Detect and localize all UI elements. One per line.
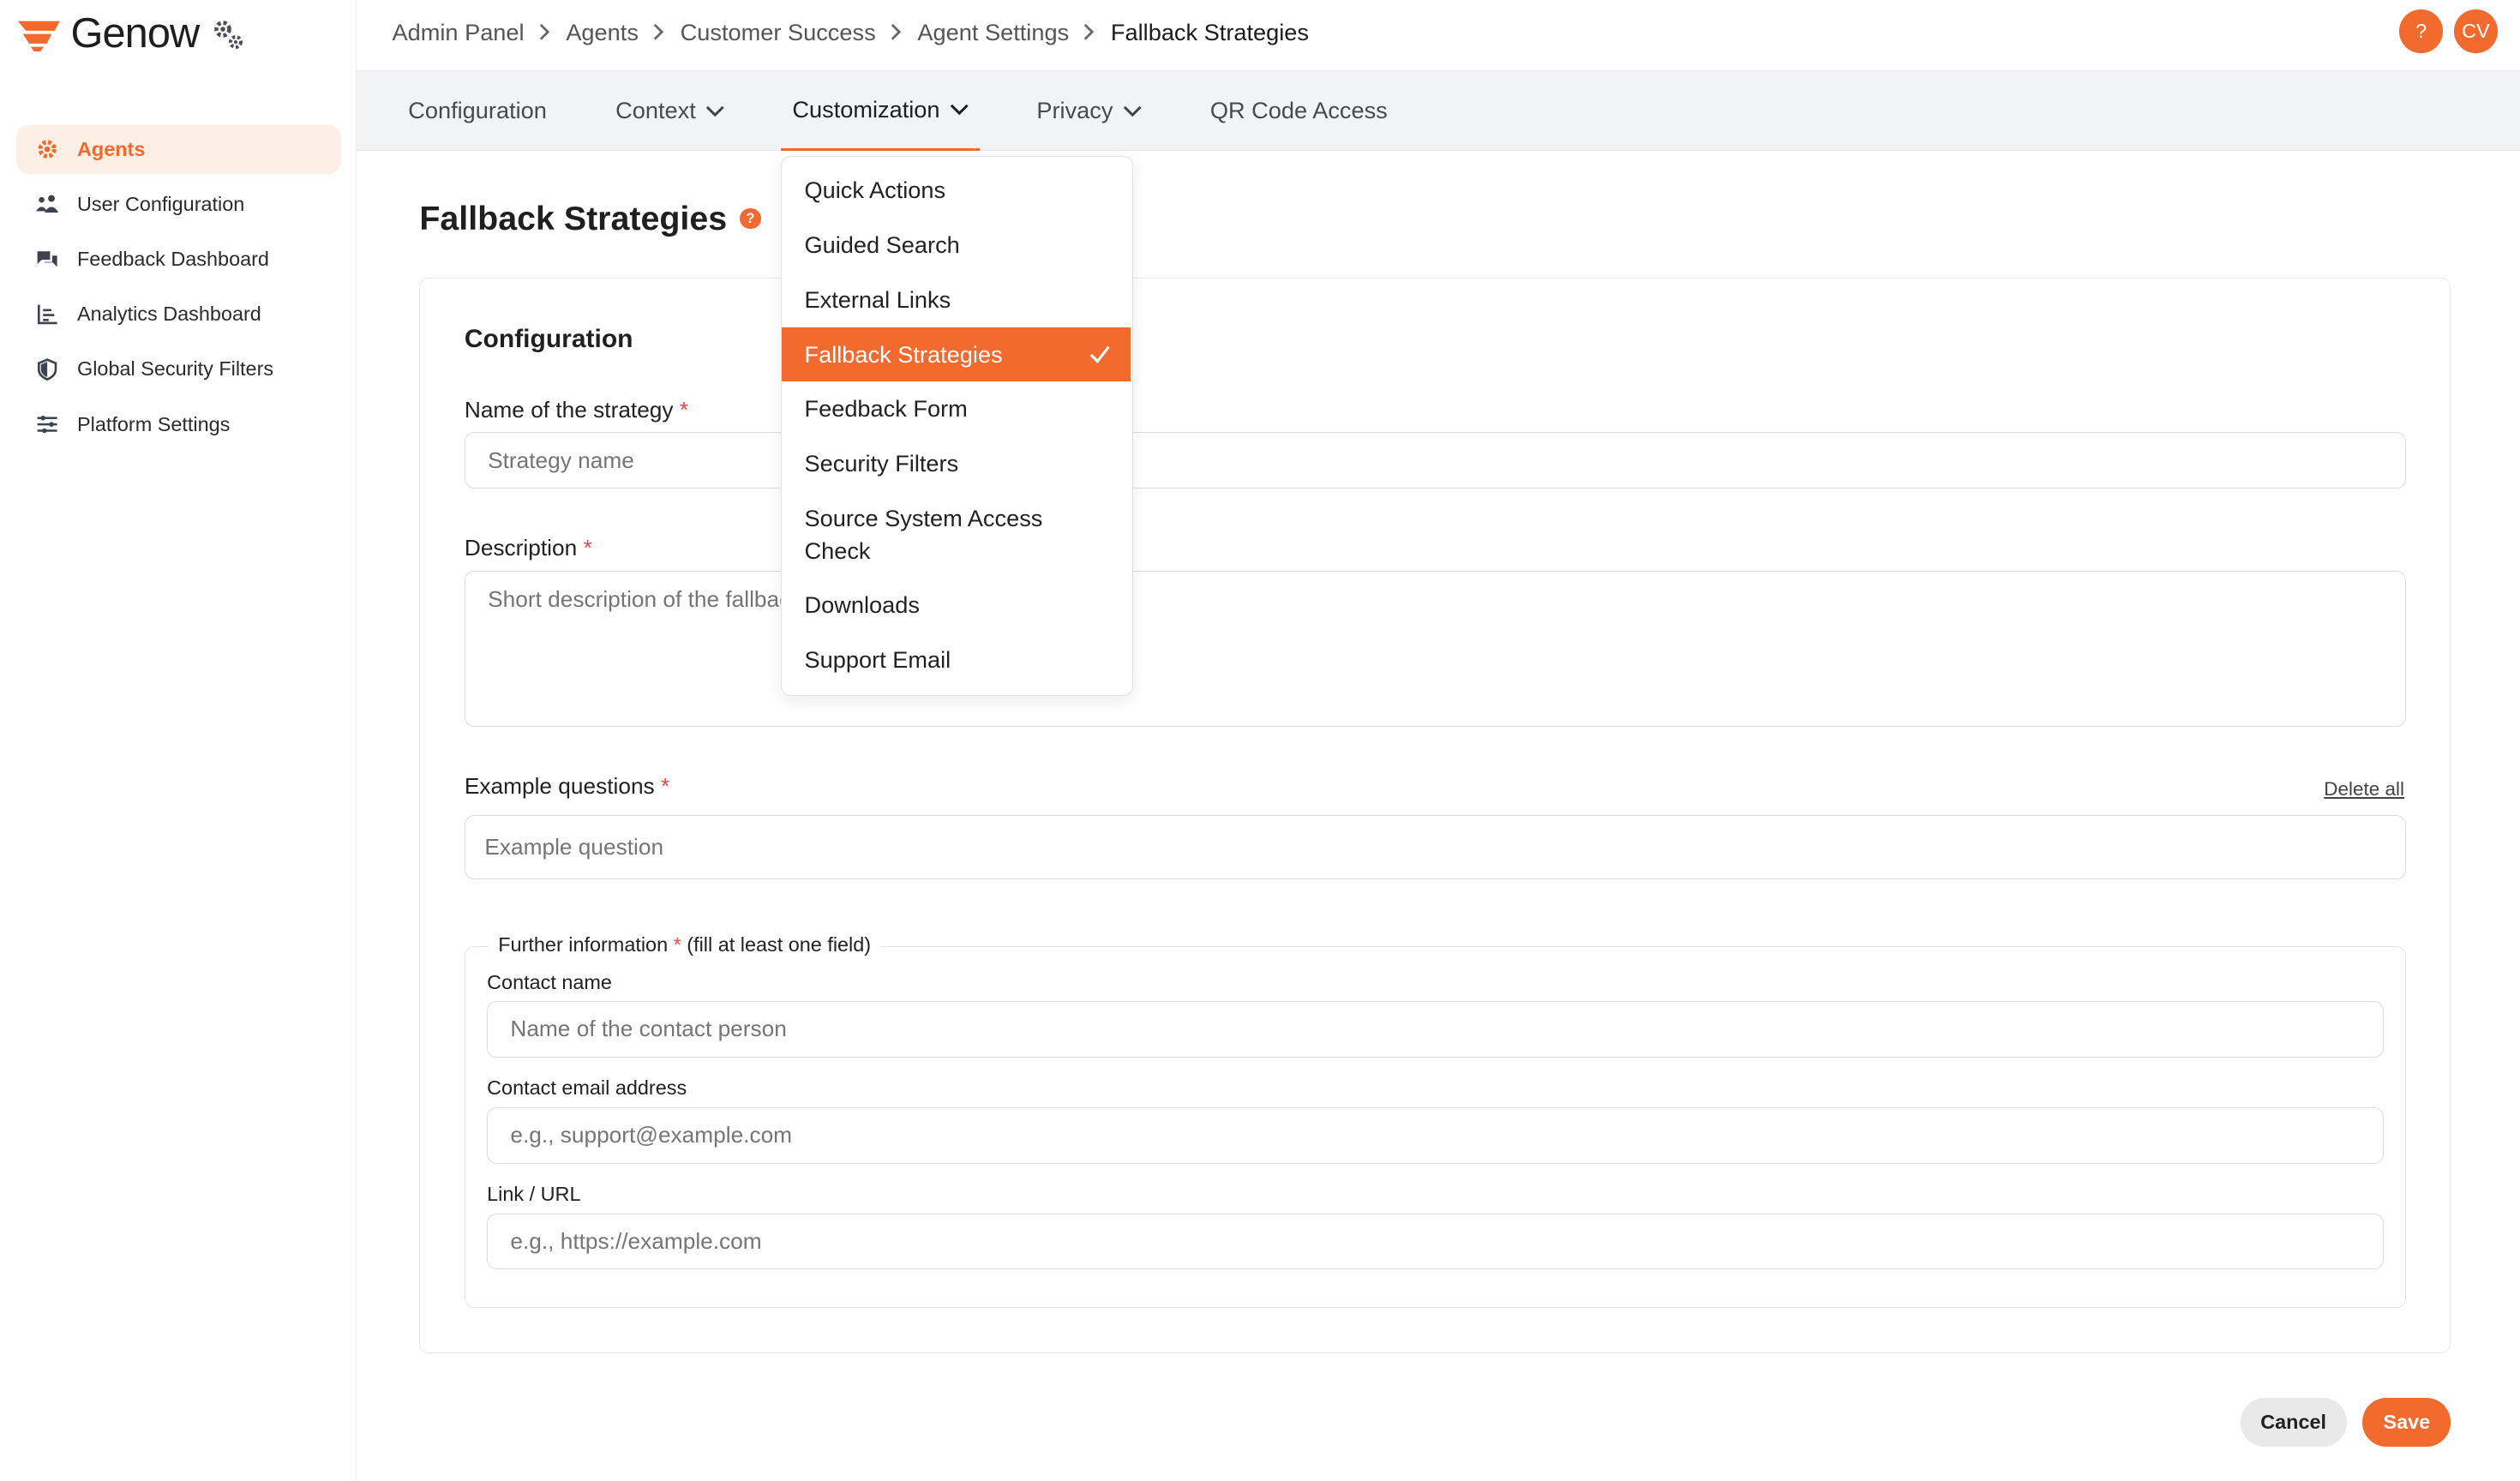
tab-qr-code-access[interactable]: QR Code Access: [1210, 71, 1388, 152]
required-marker: *: [673, 933, 681, 956]
customization-dropdown-menu: Quick Actions Guided Search External Lin…: [781, 155, 1133, 696]
menu-item-label: Fallback Strategies: [804, 340, 1003, 368]
page-title: Fallback Strategies ?: [419, 199, 761, 238]
contact-email-label: Contact email address: [487, 1076, 687, 1100]
tab-label: QR Code Access: [1209, 97, 1388, 124]
further-information-legend: Further information * (fill at least one…: [489, 933, 881, 957]
menu-item-fallback-strategies[interactable]: Fallback Strategies: [782, 327, 1131, 382]
example-question-input[interactable]: [464, 814, 2406, 879]
strategy-name-label: Name of the strategy *: [465, 397, 688, 423]
tab-label: Customization: [792, 95, 940, 123]
gear-icon: [35, 137, 59, 161]
tab-context[interactable]: Context: [615, 71, 724, 152]
tab-label: Privacy: [1036, 97, 1113, 124]
required-marker: *: [679, 397, 689, 423]
required-marker: *: [583, 535, 592, 561]
menu-item-security-filters[interactable]: Security Filters: [782, 436, 1131, 491]
help-button[interactable]: ?: [2399, 9, 2443, 53]
breadcrumb-customer-success[interactable]: Customer Success: [681, 19, 876, 46]
breadcrumb-admin-panel[interactable]: Admin Panel: [393, 19, 525, 46]
page-title-text: Fallback Strategies: [419, 199, 728, 237]
top-bar: Admin Panel Agents Customer Success Agen…: [357, 0, 2520, 71]
sidebar-item-feedback-dashboard[interactable]: Feedback Dashboard: [16, 236, 341, 284]
section-title: Configuration: [464, 324, 633, 353]
chevron-down-icon: [950, 103, 969, 116]
cancel-button[interactable]: Cancel: [2240, 1398, 2347, 1447]
delete-all-link[interactable]: Delete all: [2324, 778, 2404, 800]
tab-customization[interactable]: Customization: [781, 71, 981, 152]
sliders-icon: [35, 412, 59, 436]
chevron-right-icon: [537, 22, 552, 42]
legend-hint: (fill at least one field): [687, 933, 872, 956]
breadcrumb: Admin Panel Agents Customer Success Agen…: [393, 0, 1310, 64]
breadcrumb-current: Fallback Strategies: [1110, 18, 1309, 45]
chevron-down-icon: [1123, 105, 1143, 117]
users-icon: [35, 192, 59, 216]
sidebar-item-label: User Configuration: [77, 193, 245, 215]
tab-label: Configuration: [408, 97, 547, 124]
menu-item-downloads[interactable]: Downloads: [782, 578, 1131, 633]
sidebar-item-label: Platform Settings: [77, 412, 231, 435]
menu-item-support-email[interactable]: Support Email: [782, 633, 1131, 687]
chevron-down-icon: [705, 105, 725, 117]
chevron-right-icon: [889, 22, 903, 42]
legend-text: Further information: [498, 933, 669, 956]
sidebar-item-platform-settings[interactable]: Platform Settings: [16, 400, 341, 448]
chevron-right-icon: [1082, 22, 1096, 42]
checkmark-icon: [1089, 343, 1111, 365]
required-marker: *: [660, 772, 670, 799]
sidebar-nav: Agents User Configuration Feedback Dashb…: [15, 125, 341, 455]
breadcrumb-agents[interactable]: Agents: [566, 19, 639, 46]
tab-configuration[interactable]: Configuration: [408, 71, 547, 152]
sidebar-item-analytics-dashboard[interactable]: Analytics Dashboard: [16, 291, 341, 339]
description-label: Description *: [465, 535, 592, 561]
link-url-input[interactable]: [487, 1213, 2384, 1270]
contact-email-input[interactable]: [487, 1106, 2384, 1164]
user-avatar[interactable]: CV: [2454, 9, 2498, 53]
sidebar-item-user-configuration[interactable]: User Configuration: [16, 180, 341, 228]
logo[interactable]: Genow: [16, 9, 246, 57]
save-button[interactable]: Save: [2362, 1398, 2451, 1447]
header-actions: ? CV: [2399, 9, 2498, 53]
label-text: Description: [464, 535, 578, 561]
tab-label: Context: [615, 97, 696, 124]
tab-privacy[interactable]: Privacy: [1036, 71, 1142, 152]
settings-tabbar: Configuration Context Customization Priv…: [357, 70, 2520, 152]
genow-logo-icon: [16, 16, 62, 51]
chart-icon: [35, 303, 59, 327]
strategy-name-input[interactable]: [464, 432, 2406, 489]
chat-bubbles-icon: [35, 248, 59, 272]
sidebar-item-label: Feedback Dashboard: [77, 248, 269, 271]
sidebar-item-label: Global Security Filters: [77, 357, 274, 381]
label-text: Example questions: [464, 772, 655, 799]
menu-item-source-system-access-check[interactable]: Source System Access Check: [782, 495, 1087, 575]
menu-item-feedback-form[interactable]: Feedback Form: [782, 381, 1131, 436]
label-text: Name of the strategy: [464, 397, 674, 423]
sidebar-item-label: Analytics Dashboard: [77, 303, 261, 326]
sidebar: Genow Agents User Configuration Feedback…: [0, 0, 357, 1481]
example-questions-label: Example questions *: [465, 773, 669, 800]
menu-item-external-links[interactable]: External Links: [782, 273, 1131, 327]
help-icon[interactable]: ?: [740, 207, 761, 230]
menu-item-guided-search[interactable]: Guided Search: [782, 218, 1131, 273]
breadcrumb-agent-settings[interactable]: Agent Settings: [917, 19, 1069, 46]
gears-icon: [210, 16, 245, 51]
sidebar-item-label: Agents: [77, 137, 146, 160]
logo-text: Genow: [70, 10, 201, 57]
contact-name-label: Contact name: [487, 970, 612, 993]
link-url-label: Link / URL: [487, 1183, 581, 1205]
description-textarea[interactable]: [464, 570, 2406, 727]
chevron-right-icon: [651, 22, 666, 42]
contact-name-input[interactable]: [487, 1001, 2384, 1058]
menu-item-quick-actions[interactable]: Quick Actions: [782, 163, 1131, 218]
shield-icon: [35, 357, 59, 381]
sidebar-item-agents[interactable]: Agents: [15, 125, 341, 174]
sidebar-item-global-security-filters[interactable]: Global Security Filters: [16, 345, 341, 393]
